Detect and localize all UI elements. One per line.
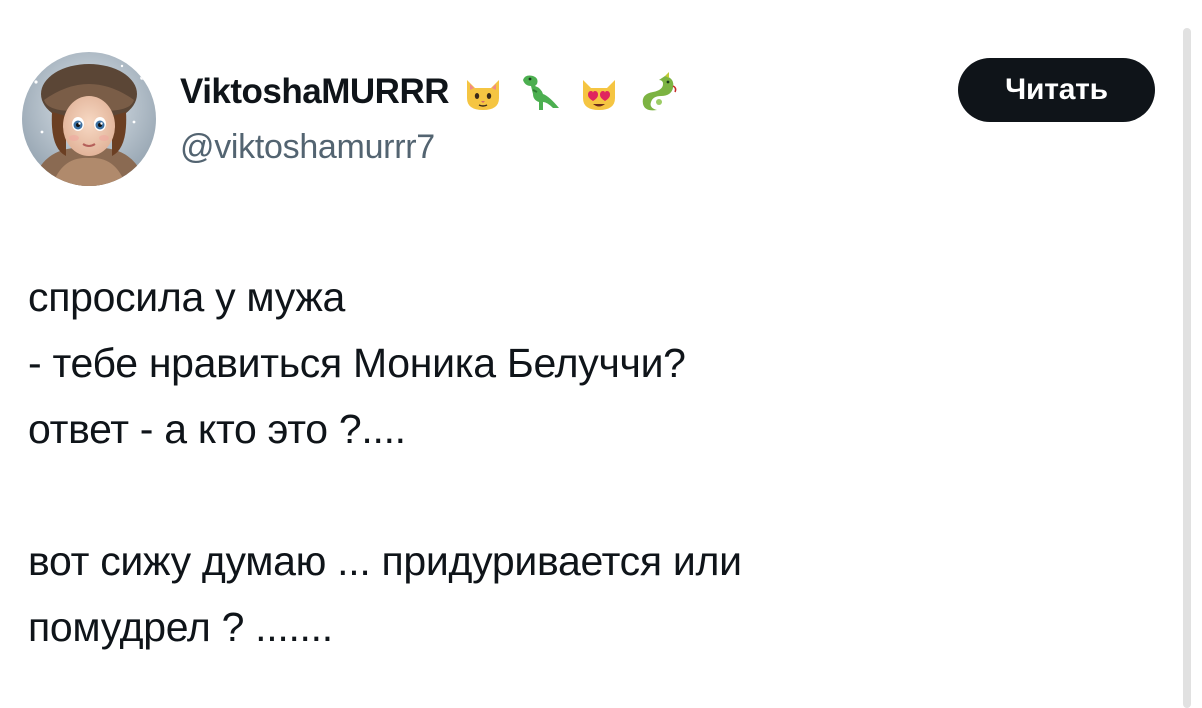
tweet-card: ViktoshaMURRR @viktoshamurrr7 Читать спр… <box>0 0 1180 705</box>
name-emojis <box>461 70 679 114</box>
tweet-line: ответ - а кто это ?.... <box>28 406 406 452</box>
heart-eyes-cat-icon <box>577 70 621 114</box>
follow-button[interactable]: Читать <box>958 58 1155 122</box>
tweet-line: вот сижу думаю ... придуривается или <box>28 538 742 584</box>
dragon-icon <box>635 70 679 114</box>
tweet-line: спросила у мужа <box>28 274 346 320</box>
tweet-line: - тебе нравиться Моника Белуччи? <box>28 340 686 386</box>
author-name-row: ViktoshaMURRR <box>180 70 679 114</box>
scrollbar[interactable] <box>1183 28 1191 708</box>
avatar[interactable] <box>22 52 156 186</box>
t-rex-icon <box>519 70 563 114</box>
author-handle[interactable]: @viktoshamurrr7 <box>180 128 435 167</box>
display-name[interactable]: ViktoshaMURRR <box>180 72 450 112</box>
tweet-line: помудрел ? ....... <box>28 604 333 650</box>
avatar-image <box>22 52 156 186</box>
tweet-text: спросила у мужа - тебе нравиться Моника … <box>28 264 1158 660</box>
cat-face-icon <box>461 70 505 114</box>
